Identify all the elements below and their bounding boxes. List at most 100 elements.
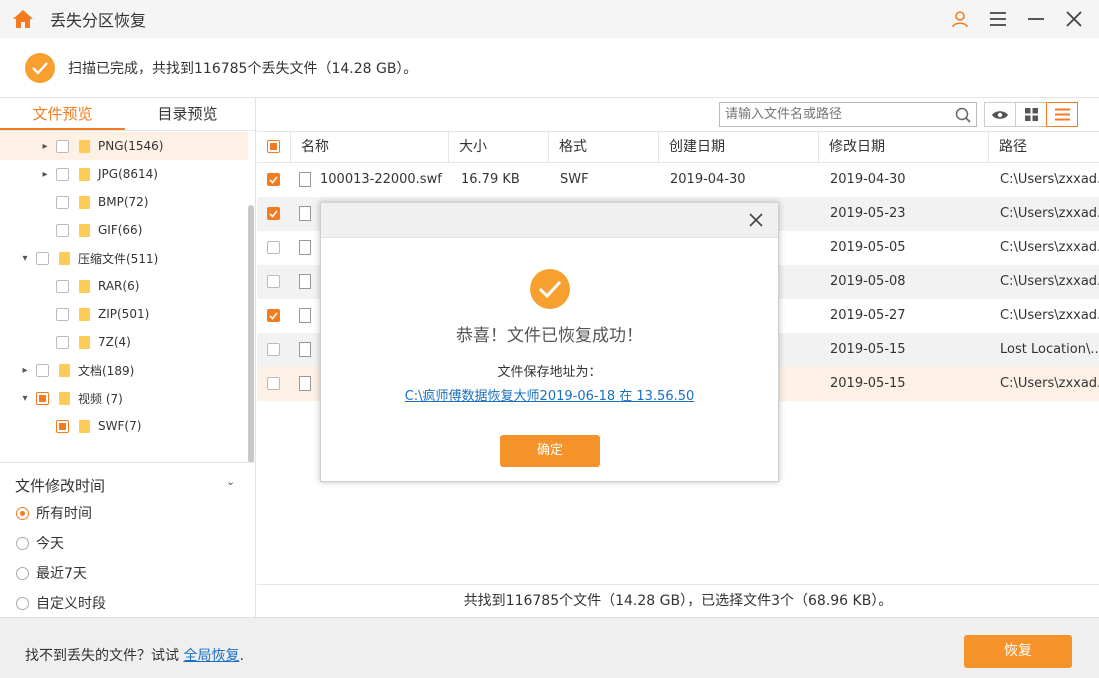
file-path: C:\Users\zxxad... (1000, 274, 1099, 289)
tree-item-video[interactable]: ▾ 视频 (7) (0, 384, 123, 412)
tree-scrollbar[interactable] (248, 205, 254, 463)
folder-icon (79, 195, 90, 209)
chevron-down-icon[interactable]: ▾ (20, 253, 30, 264)
column-path[interactable]: 路径 (988, 132, 1099, 162)
hint-suffix: . (239, 648, 244, 664)
radio-last-7-days[interactable]: 最近7天 (16, 563, 87, 583)
close-icon[interactable] (1063, 8, 1085, 30)
tree-item-png[interactable]: ▸ PNG(1546) (0, 132, 248, 160)
row-checkbox[interactable] (267, 207, 280, 220)
radio-today[interactable]: 今天 (16, 533, 64, 553)
tab-file-preview[interactable]: 文件预览 (0, 98, 125, 130)
tree-item-swf[interactable]: SWF(7) (0, 412, 141, 440)
tree-item-7z[interactable]: 7Z(4) (0, 328, 131, 356)
file-modified: 2019-05-15 (830, 342, 906, 357)
checkbox[interactable] (56, 419, 69, 433)
checkbox[interactable] (56, 167, 69, 181)
file-icon (299, 274, 311, 289)
list-toolbar (257, 98, 1099, 131)
chevron-right-icon[interactable]: ▸ (40, 141, 50, 152)
row-checkbox[interactable] (267, 309, 280, 322)
column-modified[interactable]: 修改日期 (818, 132, 988, 162)
list-view-icon[interactable] (1046, 102, 1078, 127)
column-name[interactable]: 名称 (290, 132, 448, 162)
file-name: 100013-22000.swf (320, 172, 442, 187)
select-all-checkbox[interactable] (267, 140, 280, 153)
row-checkbox[interactable] (267, 275, 280, 288)
radio-dot[interactable] (16, 596, 29, 610)
tree-item-label: PNG(1546) (98, 139, 164, 153)
tree-item-label: BMP(72) (98, 195, 149, 209)
radio-dot[interactable] (16, 536, 29, 550)
file-icon (299, 308, 311, 323)
checkbox[interactable] (36, 391, 49, 405)
bottom-bar: 找不到丢失的文件？试试 全局恢复. 恢复 (0, 617, 1099, 678)
checkbox[interactable] (56, 195, 69, 209)
checkbox[interactable] (36, 251, 49, 265)
dialog-header (321, 203, 778, 238)
tree-item-archives[interactable]: ▾ 压缩文件(511) (0, 244, 158, 272)
row-checkbox[interactable] (267, 343, 280, 356)
chevron-down-icon[interactable]: ⌄ (226, 475, 235, 488)
checkbox[interactable] (36, 363, 49, 377)
tree-item-rar[interactable]: RAR(6) (0, 272, 139, 300)
confirm-button[interactable]: 确定 (500, 435, 600, 467)
tree-item-label: SWF(7) (98, 419, 142, 433)
row-checkbox[interactable] (267, 241, 280, 254)
selection-summary: 共找到116785个文件（14.28 GB），已选择文件3个（68.96 KB）… (257, 584, 1099, 617)
tree-item-zip[interactable]: ZIP(501) (0, 300, 149, 328)
table-row[interactable]: 100013-22000.swf 16.79 KB SWF 2019-04-30… (257, 163, 1099, 197)
table-header: 名称 大小 格式 创建日期 修改日期 路径 (257, 131, 1099, 163)
save-path-label: 文件保存地址为： (497, 365, 602, 380)
radio-label: 今天 (36, 536, 64, 552)
file-path: Lost Location\... (1000, 342, 1099, 357)
minimize-icon[interactable] (1025, 8, 1047, 30)
folder-icon (59, 363, 70, 377)
checkbox[interactable] (56, 139, 69, 153)
file-icon (299, 240, 311, 255)
radio-custom-range[interactable]: 自定义时段 (16, 593, 106, 613)
column-size[interactable]: 大小 (448, 132, 548, 162)
radio-dot[interactable] (16, 566, 29, 580)
tree-item-documents[interactable]: ▸ 文档(189) (0, 356, 134, 384)
app-title: 丢失分区恢复 (50, 11, 147, 30)
radio-label: 自定义时段 (36, 596, 106, 612)
radio-dot[interactable] (16, 506, 29, 520)
radio-all-time[interactable]: 所有时间 (16, 503, 92, 523)
tab-directory-preview[interactable]: 目录预览 (125, 98, 250, 130)
file-icon (299, 376, 311, 391)
search-input[interactable] (720, 103, 950, 126)
grid-view-icon[interactable] (1015, 102, 1047, 127)
row-checkbox[interactable] (267, 377, 280, 390)
checkbox[interactable] (56, 307, 69, 321)
chevron-right-icon[interactable]: ▸ (40, 169, 50, 180)
row-checkbox[interactable] (267, 173, 280, 186)
checkbox[interactable] (56, 223, 69, 237)
tree-item-gif[interactable]: GIF(66) (0, 216, 142, 244)
modified-time-filter: 文件修改时间 ⌄ 所有时间 今天 最近7天 自定义时段 (0, 462, 255, 617)
tree-item-bmp[interactable]: BMP(72) (0, 188, 148, 216)
view-tabs: 文件预览 目录预览 (0, 98, 255, 131)
left-panel: 文件预览 目录预览 ▸ PNG(1546) ▸ JPG(8614) BMP(72… (0, 98, 256, 617)
checkbox[interactable] (56, 279, 69, 293)
user-icon[interactable] (949, 8, 971, 30)
file-path: C:\Users\zxxad... (1000, 206, 1099, 221)
tree-item-label: 视频 (7) (78, 391, 123, 406)
column-created[interactable]: 创建日期 (658, 132, 818, 162)
dialog-close-icon[interactable] (746, 210, 766, 230)
folder-icon (79, 419, 90, 433)
column-format[interactable]: 格式 (548, 132, 658, 162)
chevron-right-icon[interactable]: ▸ (20, 365, 30, 376)
checkbox[interactable] (56, 335, 69, 349)
radio-label: 最近7天 (36, 566, 87, 582)
tree-item-jpg[interactable]: ▸ JPG(8614) (0, 160, 158, 188)
file-size: 16.79 KB (461, 172, 520, 187)
recover-button[interactable]: 恢复 (964, 635, 1072, 668)
save-path-link[interactable]: C:\疯师傅数据恢复大师2019-06-18 在 13.56.50 (321, 385, 778, 404)
global-recovery-link[interactable]: 全局恢复 (183, 648, 239, 664)
search-icon[interactable] (950, 107, 976, 123)
home-icon[interactable] (12, 9, 34, 29)
preview-eye-icon[interactable] (984, 102, 1016, 127)
menu-icon[interactable] (987, 8, 1009, 30)
chevron-down-icon[interactable]: ▾ (20, 393, 30, 404)
